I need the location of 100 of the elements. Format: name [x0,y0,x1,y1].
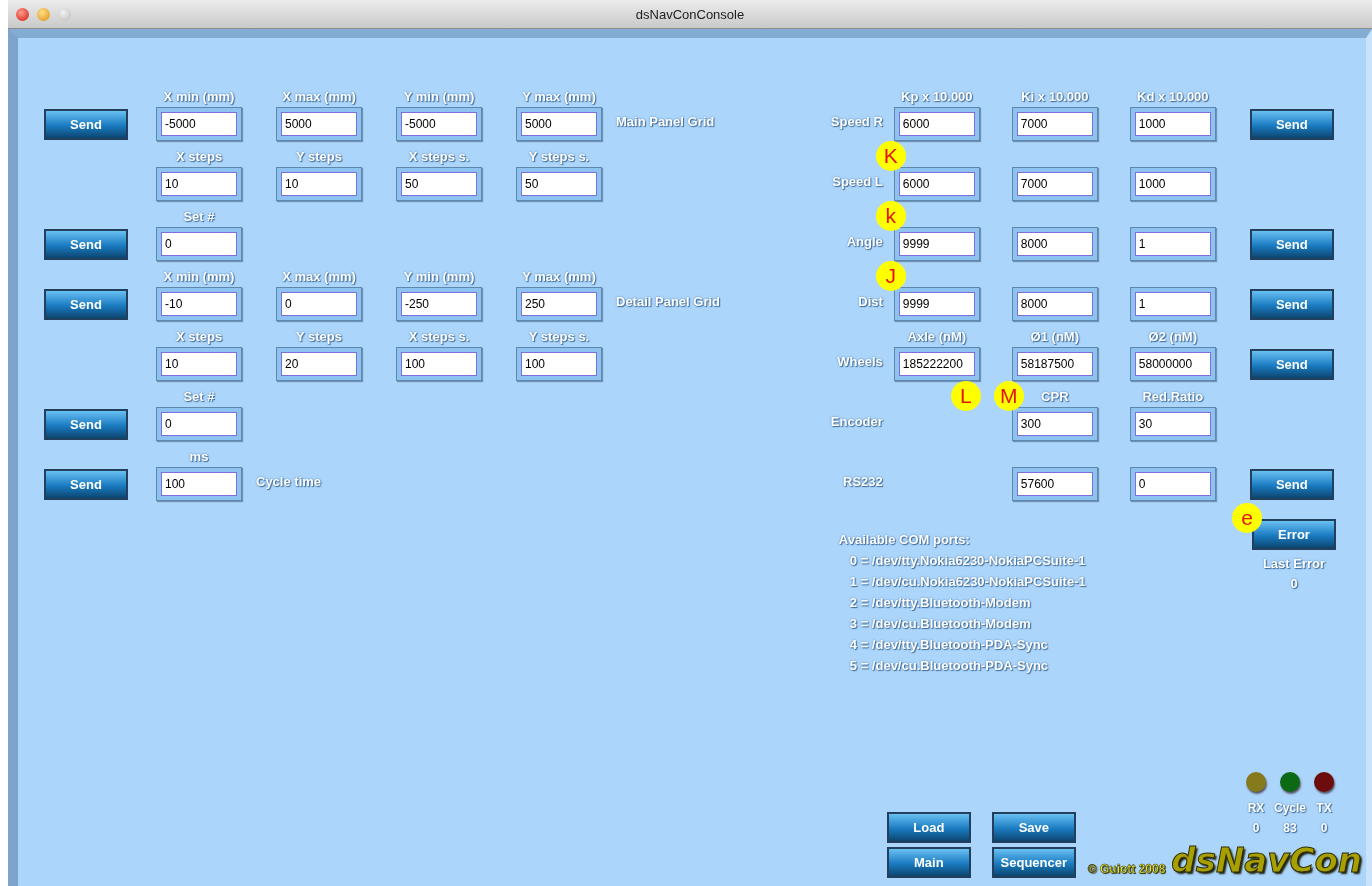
input-field[interactable]: 300 [1011,407,1098,441]
footer-button[interactable]: Main [886,847,971,878]
send-button[interactable]: Send [44,108,128,140]
field-label: Ki x 10.000 [1021,88,1089,106]
send-button[interactable]: Send [1249,468,1334,500]
field-label: Y steps [296,148,342,166]
row-caption: Detail Panel Grid [616,293,721,311]
footer-button[interactable]: Save [991,812,1076,843]
input-field[interactable]: 20 [276,347,362,381]
led-label: Cycle [1274,800,1306,817]
field-label: Kd x 10.000 [1137,88,1209,106]
row-label: RS232 [842,473,883,491]
field-label: Y steps s. [528,148,590,166]
field-label: X max (mm) [282,268,356,286]
row-caption: Main Panel Grid [616,113,715,131]
input-field[interactable]: 250 [516,287,602,321]
zoom-icon[interactable] [58,7,71,21]
input-field[interactable]: 0 [156,227,242,261]
last-error-label: Last Error [1262,555,1326,573]
input-field[interactable]: 8000 [1011,227,1098,261]
input-field[interactable]: 50 [516,167,602,201]
field-label: Ø1 (nM) [1030,328,1079,346]
close-icon[interactable] [16,7,29,21]
input-field[interactable]: 58187500 [1011,347,1098,381]
field-label: Red.Ratio [1142,388,1204,406]
field-label: CPR [1041,388,1069,406]
input-field[interactable]: 1000 [1129,167,1216,201]
field-label: X min (mm) [163,88,235,106]
send-button[interactable]: Send [44,408,128,440]
field-label: X max (mm) [282,88,356,106]
input-field[interactable]: 100 [156,467,242,501]
input-field[interactable]: 0 [156,407,242,441]
callout-marker: M [993,381,1024,411]
input-field[interactable]: 100 [516,347,602,381]
com-port-entry: 2 = /dev/tty.Bluetooth-Modem [848,594,1032,612]
input-field[interactable]: 8000 [1011,287,1098,321]
send-button[interactable]: Send [1249,228,1334,260]
input-field[interactable]: 1 [1129,227,1216,261]
field-label: Y min (mm) [403,268,475,286]
footer-button[interactable]: Sequencer [991,847,1076,878]
com-port-entry: 0 = /dev/tty.Nokia6230-NokiaPCSuite-1 [848,552,1086,570]
input-field[interactable]: 9999 [893,227,980,261]
input-field[interactable]: 6000 [893,107,980,141]
row-label: Dist [857,293,883,311]
input-field[interactable]: 10 [156,347,242,381]
send-button[interactable]: Send [1249,348,1334,380]
field-label: Y steps s. [528,328,590,346]
send-button[interactable]: Send [1249,108,1334,140]
input-field[interactable]: 10 [156,167,242,201]
com-port-entry: 3 = /dev/cu.Bluetooth-Modem [848,615,1032,633]
input-field[interactable]: 7000 [1011,107,1098,141]
input-field[interactable]: 58000000 [1129,347,1216,381]
input-field[interactable]: 0 [276,287,362,321]
field-label: Set # [183,388,215,406]
field-label: X steps s. [408,328,470,346]
led-value: 0 [1252,820,1260,837]
input-field[interactable]: -10 [156,287,242,321]
send-button[interactable]: Send [44,228,128,260]
callout-marker: J [875,261,906,291]
com-port-entry: 4 = /dev/tty.Bluetooth-PDA-Sync [848,636,1049,654]
input-field[interactable]: 7000 [1011,167,1098,201]
footer-button[interactable]: Load [886,812,971,843]
input-field[interactable]: 10 [276,167,362,201]
input-field[interactable]: 30 [1129,407,1216,441]
input-field[interactable]: 5000 [276,107,362,141]
led-label: RX [1247,800,1265,817]
last-error-value: 0 [1290,575,1298,593]
input-field[interactable]: 185222200 [893,347,980,381]
input-field[interactable]: -5000 [156,107,242,141]
input-field[interactable]: 6000 [893,167,980,201]
field-label: Ø2 (nM) [1148,328,1197,346]
row-label: Angle [845,233,883,251]
send-button[interactable]: Send [1249,288,1334,320]
field-label: Y min (mm) [403,88,475,106]
input-field[interactable]: 50 [396,167,482,201]
callout-marker: L [950,381,981,411]
input-field[interactable]: 0 [1129,467,1216,501]
input-field[interactable]: 57600 [1011,467,1098,501]
row-label: Speed R [829,113,883,131]
input-field[interactable]: -250 [396,287,482,321]
com-port-entry: 5 = /dev/cu.Bluetooth-PDA-Sync [848,657,1050,675]
com-ports-title: Available COM ports: [838,531,971,549]
field-label: X min (mm) [163,268,235,286]
input-field[interactable]: -5000 [396,107,482,141]
callout-marker: e [1232,503,1262,533]
field-label: Kp x 10.000 [901,88,973,106]
input-field[interactable]: 9999 [893,287,980,321]
send-button[interactable]: Send [44,468,128,500]
input-field[interactable]: 1 [1129,287,1216,321]
minimize-icon[interactable] [37,7,50,21]
error-button[interactable]: Error [1252,519,1336,550]
field-label: ms [189,448,209,466]
field-label: X steps [175,328,223,346]
row-label: Encoder [829,413,883,431]
send-button[interactable]: Send [44,288,128,320]
callout-marker: k [875,201,906,231]
input-field[interactable]: 5000 [516,107,602,141]
field-label: X steps s. [408,148,470,166]
input-field[interactable]: 100 [396,347,482,381]
input-field[interactable]: 1000 [1129,107,1216,141]
